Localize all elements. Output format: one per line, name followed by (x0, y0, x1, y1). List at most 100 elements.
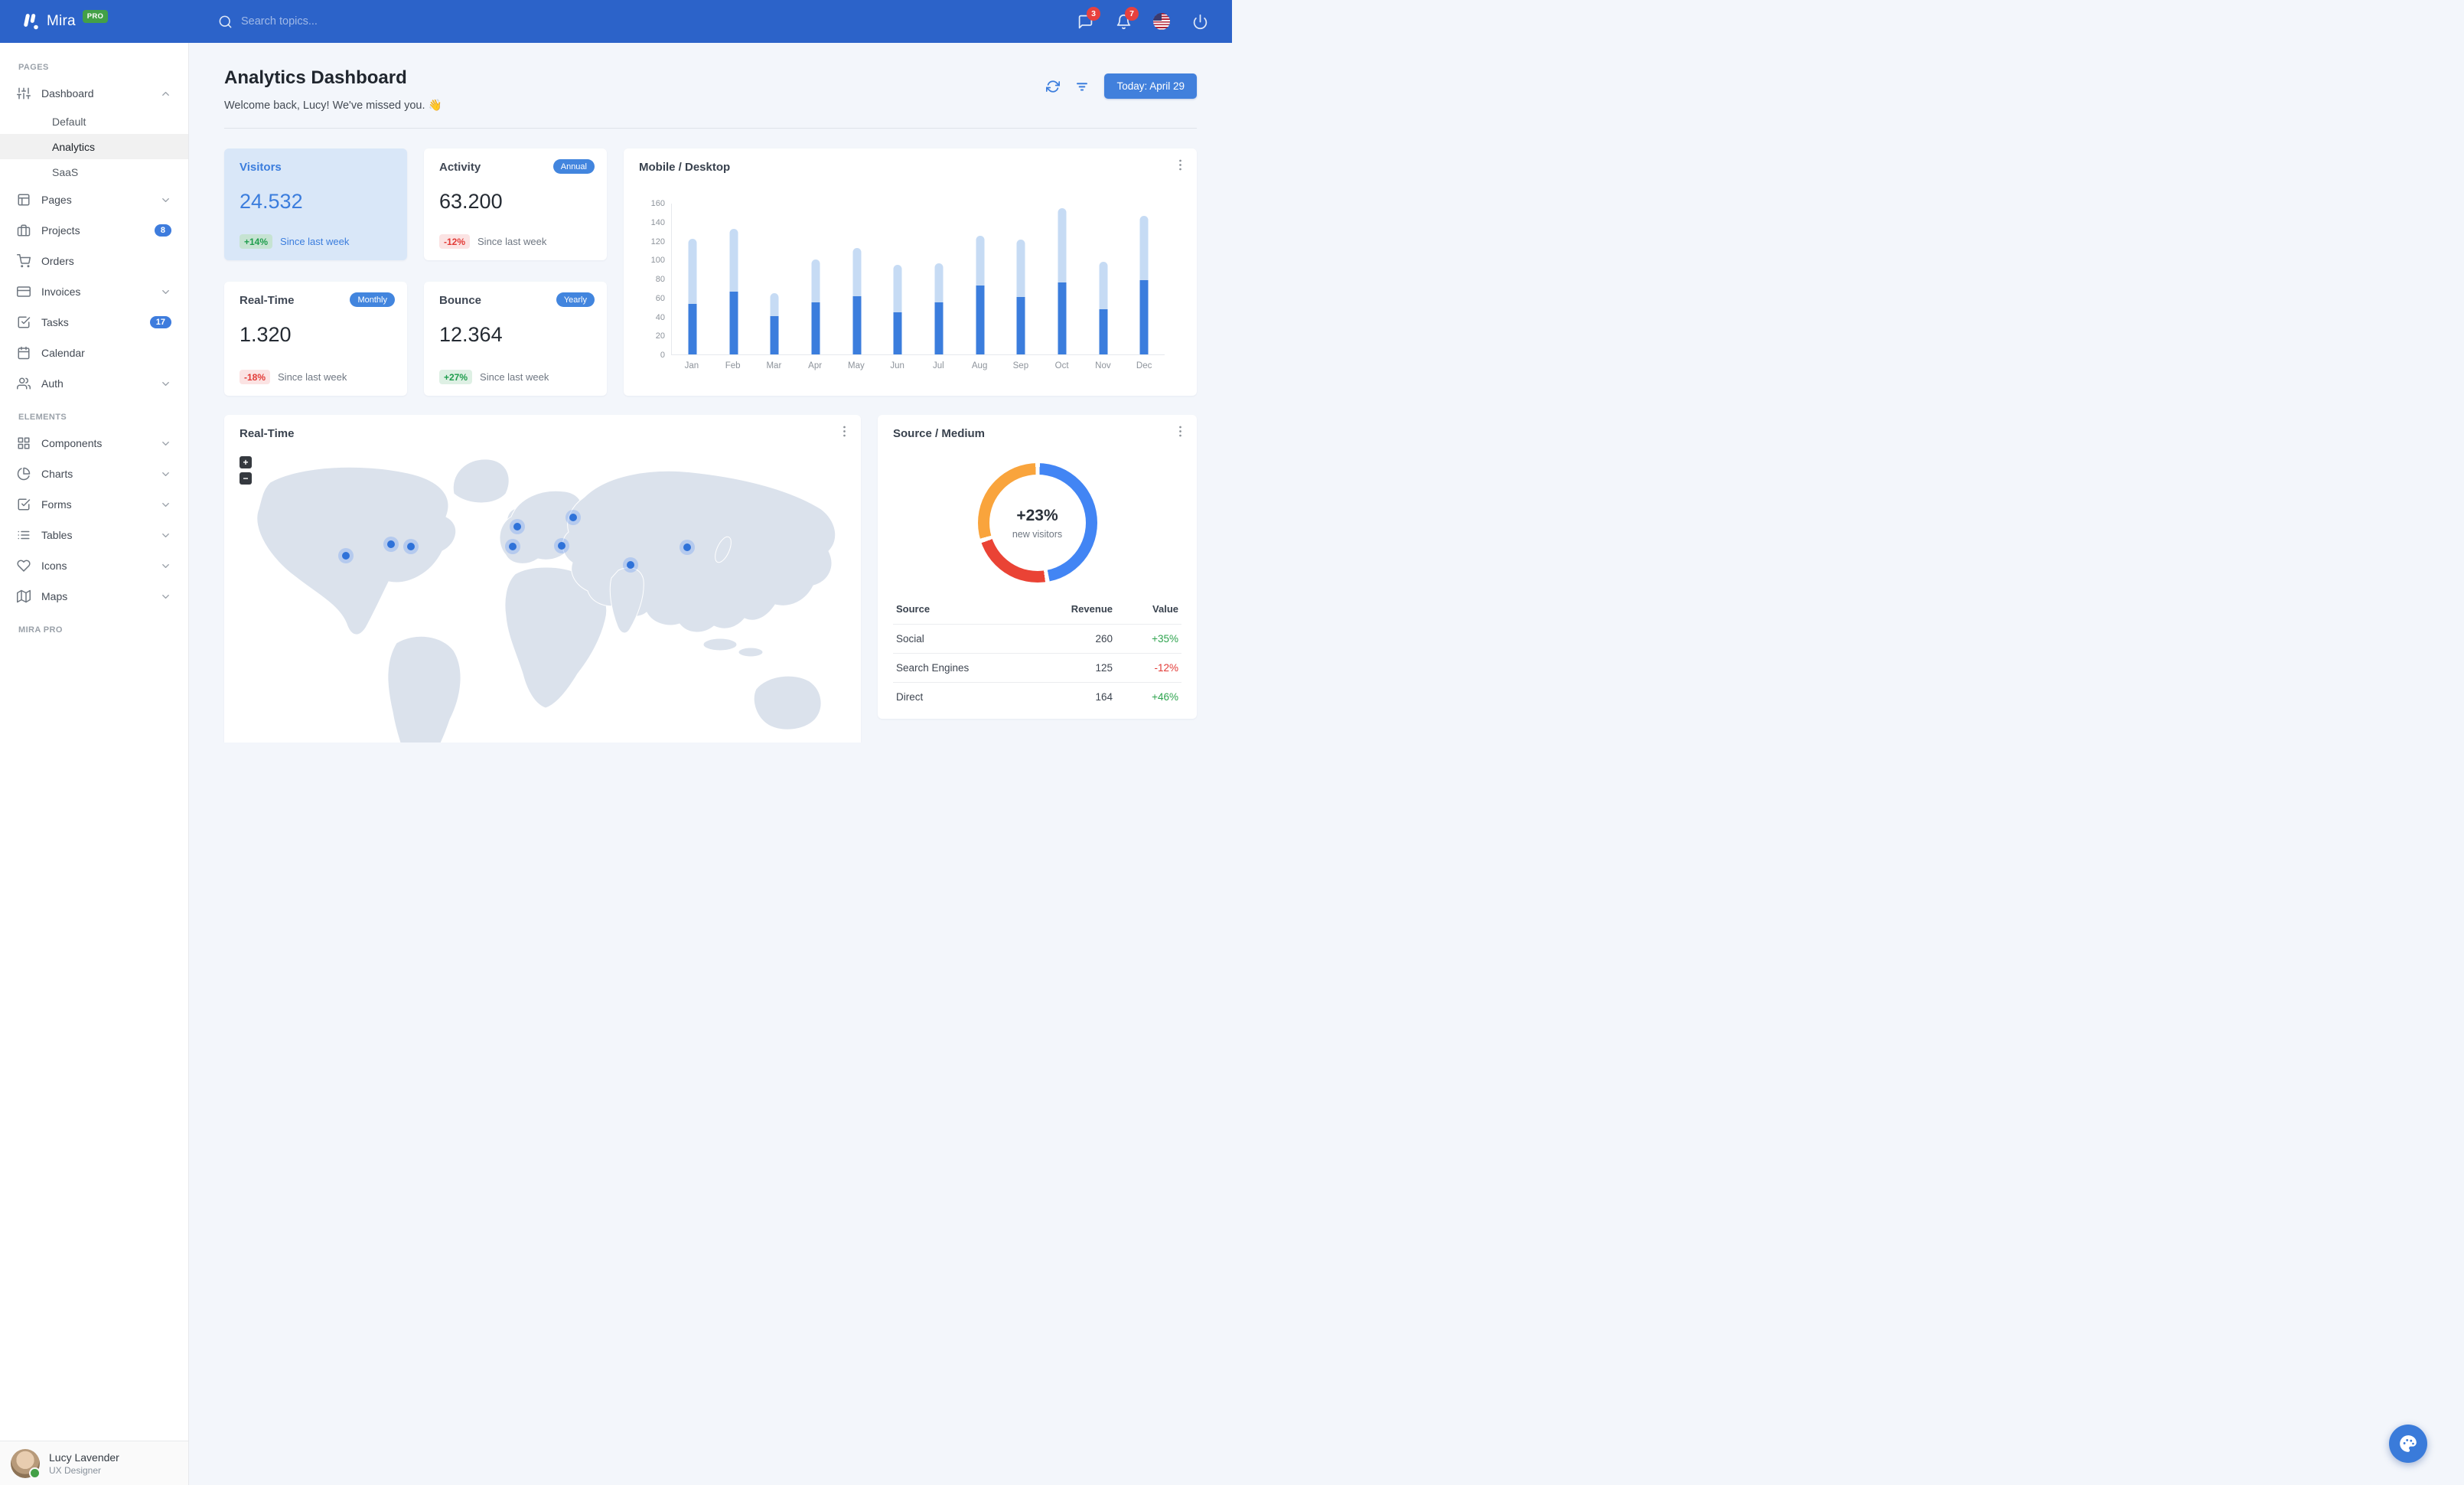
sidebar-item-orders[interactable]: Orders (0, 246, 188, 276)
stat-period-badge[interactable]: Monthly (350, 292, 395, 307)
map-card-title: Real-Time (240, 427, 295, 440)
chevron-down-icon (162, 563, 169, 568)
sidebar-item-components[interactable]: Components (0, 428, 188, 459)
map-zoom-controls: + − (240, 456, 252, 488)
chevron-down-icon (162, 197, 169, 202)
stat-delta-chip: -18% (240, 370, 271, 384)
user-name: Lucy Lavender (49, 1451, 119, 1464)
list-icon (18, 530, 30, 540)
sidebar-item-calendar[interactable]: Calendar (0, 338, 188, 368)
map-marker (387, 540, 395, 548)
refresh-icon (1046, 80, 1061, 93)
sidebar-item-charts[interactable]: Charts (0, 459, 188, 489)
sidebar-item-pages[interactable]: Pages (0, 184, 188, 215)
stat-period-badge[interactable]: Annual (552, 159, 595, 174)
stat-card-activity: Activity Annual 63.200 -12% Since last wee… (424, 148, 607, 260)
layout-icon (18, 194, 30, 206)
lower-grid: Real-Time + − Source / Medium +23% new v… (224, 415, 1197, 742)
stat-card-bounce: Bounce Yearly 12.364 +27% Since last week (424, 282, 607, 396)
cell-source: Direct (896, 691, 924, 703)
sidebar-item-tasks[interactable]: Tasks 17 (0, 307, 188, 338)
search-bar (218, 15, 455, 29)
zoom-out-button[interactable]: − (240, 472, 252, 485)
map-marker (683, 543, 691, 551)
more-vertical-icon (1179, 426, 1181, 437)
sidebar-item-invoices[interactable]: Invoices (0, 276, 188, 307)
filter-button[interactable] (1075, 80, 1089, 93)
bar-apr (811, 259, 820, 354)
stat-value: 1.320 (240, 323, 292, 346)
stat-footer: +27% Since last week (439, 370, 549, 384)
users-icon (17, 377, 31, 390)
map-menu-button[interactable] (837, 424, 852, 439)
col-source: Source (896, 603, 931, 615)
theme-settings-fab[interactable] (2389, 1425, 2427, 1463)
avatar (11, 1448, 41, 1479)
stat-value: 24.532 (240, 190, 303, 213)
x-tick-label: Dec (1136, 361, 1152, 370)
chart-menu-button[interactable] (1173, 158, 1188, 172)
x-tick-label: Oct (1054, 361, 1069, 370)
cell-revenue: 164 (1095, 691, 1113, 703)
bar-jun (893, 265, 902, 354)
sidebar-subitem-default[interactable]: Default (0, 109, 188, 134)
bar-nov (1099, 262, 1107, 354)
sidebar-item-label: Maps (41, 590, 68, 602)
chevron-down-icon (162, 502, 169, 507)
sidebar-item-dashboard[interactable]: Dashboard (0, 78, 188, 109)
header-actions: Today: April 29 (1046, 73, 1197, 99)
bar-mar (770, 292, 779, 354)
cell-source: Search Engines (896, 662, 970, 674)
chart-plot-area (671, 204, 1165, 355)
stat-footer: +14% Since last week (240, 234, 349, 249)
sidebar-item-label: Invoices (41, 286, 81, 298)
pro-badge: PRO (82, 9, 109, 23)
date-range-button[interactable]: Today: April 29 (1104, 73, 1197, 99)
sidebar-subitem-saas[interactable]: SaaS (0, 159, 188, 184)
sidebar-item-auth[interactable]: Auth (0, 368, 188, 399)
cell-value: +35% (1152, 633, 1178, 645)
sign-out-button[interactable] (1185, 6, 1215, 37)
source-menu-button[interactable] (1173, 424, 1188, 439)
map-marker (513, 523, 521, 530)
sidebar-item-maps[interactable]: Maps (0, 581, 188, 612)
x-tick-label: Apr (808, 361, 823, 370)
stat-caption: Since last week (477, 236, 547, 247)
mobile-desktop-chart-card: Mobile / Desktop 0 20 40 60 80 100 120 140 160 J… (624, 148, 1197, 396)
bar-oct (1058, 208, 1067, 354)
y-tick-label: 160 (650, 199, 665, 208)
main-content: Analytics Dashboard Welcome back, Lucy! … (189, 43, 1232, 742)
col-revenue: Revenue (1071, 603, 1113, 615)
cell-value: -12% (1154, 662, 1178, 674)
x-tick-label: Mar (766, 361, 782, 370)
sidebar-item-tables[interactable]: Tables (0, 520, 188, 550)
top-navbar: Mira PRO 3 7 (0, 0, 1232, 43)
sidebar-subitem-analytics[interactable]: Analytics (0, 134, 188, 159)
sidebar-user[interactable]: Lucy Lavender UX Designer (0, 1441, 188, 1485)
sidebar-item-forms[interactable]: Forms (0, 489, 188, 520)
map-marker (407, 543, 415, 550)
power-icon (1193, 14, 1207, 29)
messages-button[interactable]: 3 (1070, 6, 1100, 37)
sidebar-nav: PAGES Dashboard Default Analytics SaaS Pag… (0, 43, 188, 1441)
heart-icon (17, 560, 31, 572)
map-icon (17, 589, 31, 603)
language-button[interactable] (1146, 6, 1177, 37)
refresh-button[interactable] (1046, 80, 1061, 93)
donut-center: +23% new visitors (989, 475, 1086, 571)
zoom-in-button[interactable]: + (240, 456, 252, 468)
stat-caption: Since last week (278, 371, 347, 383)
search-input[interactable] (241, 15, 455, 28)
page-subtitle: Welcome back, Lucy! We've missed you. 👋 (224, 100, 442, 112)
stat-period-badge[interactable]: Yearly (556, 292, 595, 307)
sidebar-item-icons[interactable]: Icons (0, 550, 188, 581)
stats-grid: Visitors 24.532 +14% Since last week Acti… (224, 148, 1197, 396)
sidebar-item-label: Orders (41, 255, 74, 267)
filter-icon (1077, 82, 1088, 90)
notifications-button[interactable]: 7 (1108, 6, 1139, 37)
world-map-shapes (256, 459, 836, 742)
brand[interactable]: Mira PRO (0, 9, 189, 34)
sidebar-item-label: Pages (41, 194, 72, 206)
sidebar-item-projects[interactable]: Projects 8 (0, 215, 188, 246)
x-tick-label: Jan (684, 361, 699, 370)
